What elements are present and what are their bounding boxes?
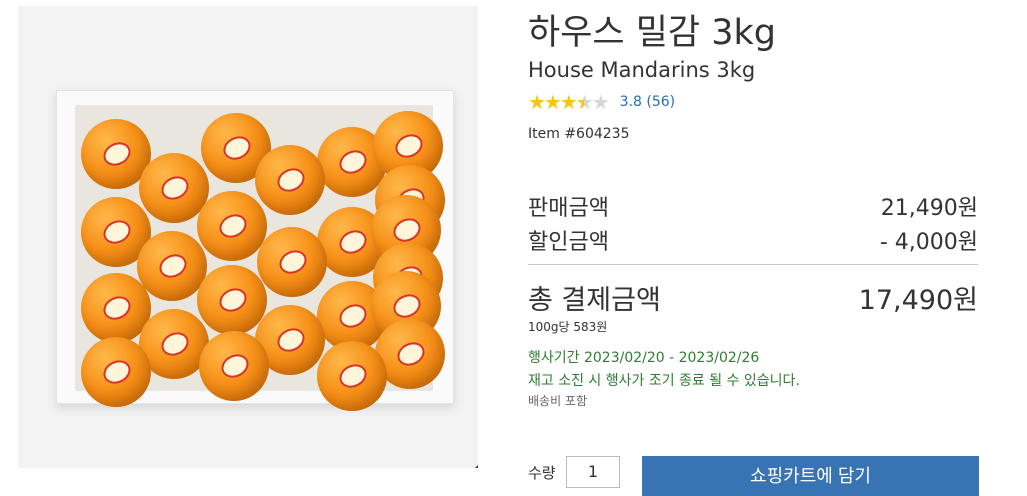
mandarin (317, 341, 387, 411)
mandarin-sticker (157, 328, 193, 360)
mandarin-sticker (389, 290, 425, 322)
mandarin-sticker (389, 214, 425, 246)
rating-link[interactable]: 3.8 (56) (620, 94, 675, 110)
total-label: 총 결제금액 (528, 285, 661, 316)
mandarin-sticker (273, 164, 309, 196)
discount-label: 할인금액 (528, 230, 609, 255)
promo-period: 행사기간 2023/02/20 - 2023/02/26 (528, 350, 760, 366)
mandarin-sticker (215, 284, 251, 316)
add-to-cart-button[interactable]: 쇼핑카트에 담기 (642, 456, 979, 496)
mandarin-sticker (335, 300, 371, 332)
mandarin (137, 231, 207, 301)
mandarin-sticker (219, 132, 255, 164)
mandarin (81, 337, 151, 407)
discount-value: - 4,000원 (879, 230, 978, 255)
mandarin (255, 145, 325, 215)
discount-row: 할인금액 - 4,000원 (528, 224, 978, 256)
mandarin-sticker (273, 324, 309, 356)
mandarin-sticker (99, 292, 135, 324)
quantity-input[interactable]: 1 (566, 456, 620, 488)
total-value: 17,490원 (858, 285, 978, 316)
product-title-en: House Mandarins 3kg (528, 58, 756, 82)
mandarin (197, 265, 267, 335)
mandarin-sticker (215, 210, 251, 242)
mandarin-sticker (275, 246, 311, 278)
fruit-box-inner (75, 105, 445, 411)
rating[interactable]: ★★★★★ 3.8 (56) (528, 90, 675, 114)
fruit-box (56, 90, 454, 411)
mandarin-sticker (157, 172, 193, 204)
sale-price-label: 판매금액 (528, 196, 609, 221)
mandarin-sticker (335, 360, 371, 392)
zoom-button[interactable] (470, 447, 478, 468)
mandarin-sticker (99, 216, 135, 248)
product-title-kr: 하우스 밀감 3kg (528, 13, 777, 53)
quantity-label: 수량 (528, 464, 556, 482)
unit-price: 100g당 583원 (528, 320, 608, 334)
mandarin (257, 227, 327, 297)
promo-notice: 재고 소진 시 행사가 조기 종료 될 수 있습니다. (528, 373, 800, 389)
mandarin-sticker (99, 356, 135, 388)
sale-price-row: 판매금액 21,490원 (528, 190, 978, 222)
mandarin-sticker (217, 350, 253, 382)
mandarin-sticker (393, 338, 429, 370)
mandarin-sticker (335, 226, 371, 258)
mandarin (197, 191, 267, 261)
mandarin (199, 331, 269, 401)
mandarin-sticker (391, 130, 427, 162)
mandarin-sticker (99, 138, 135, 170)
shipping-note: 배송비 포함 (528, 394, 588, 408)
star-rating-icon: ★★★★★ (528, 90, 610, 114)
item-number: Item #604235 (528, 126, 630, 142)
total-row: 총 결제금액 17,490원 (528, 278, 978, 317)
sale-price-value: 21,490원 (880, 196, 978, 221)
mandarin-sticker (335, 146, 371, 178)
mandarin-sticker (155, 250, 191, 282)
product-image[interactable] (18, 6, 478, 468)
price-divider (528, 264, 978, 265)
